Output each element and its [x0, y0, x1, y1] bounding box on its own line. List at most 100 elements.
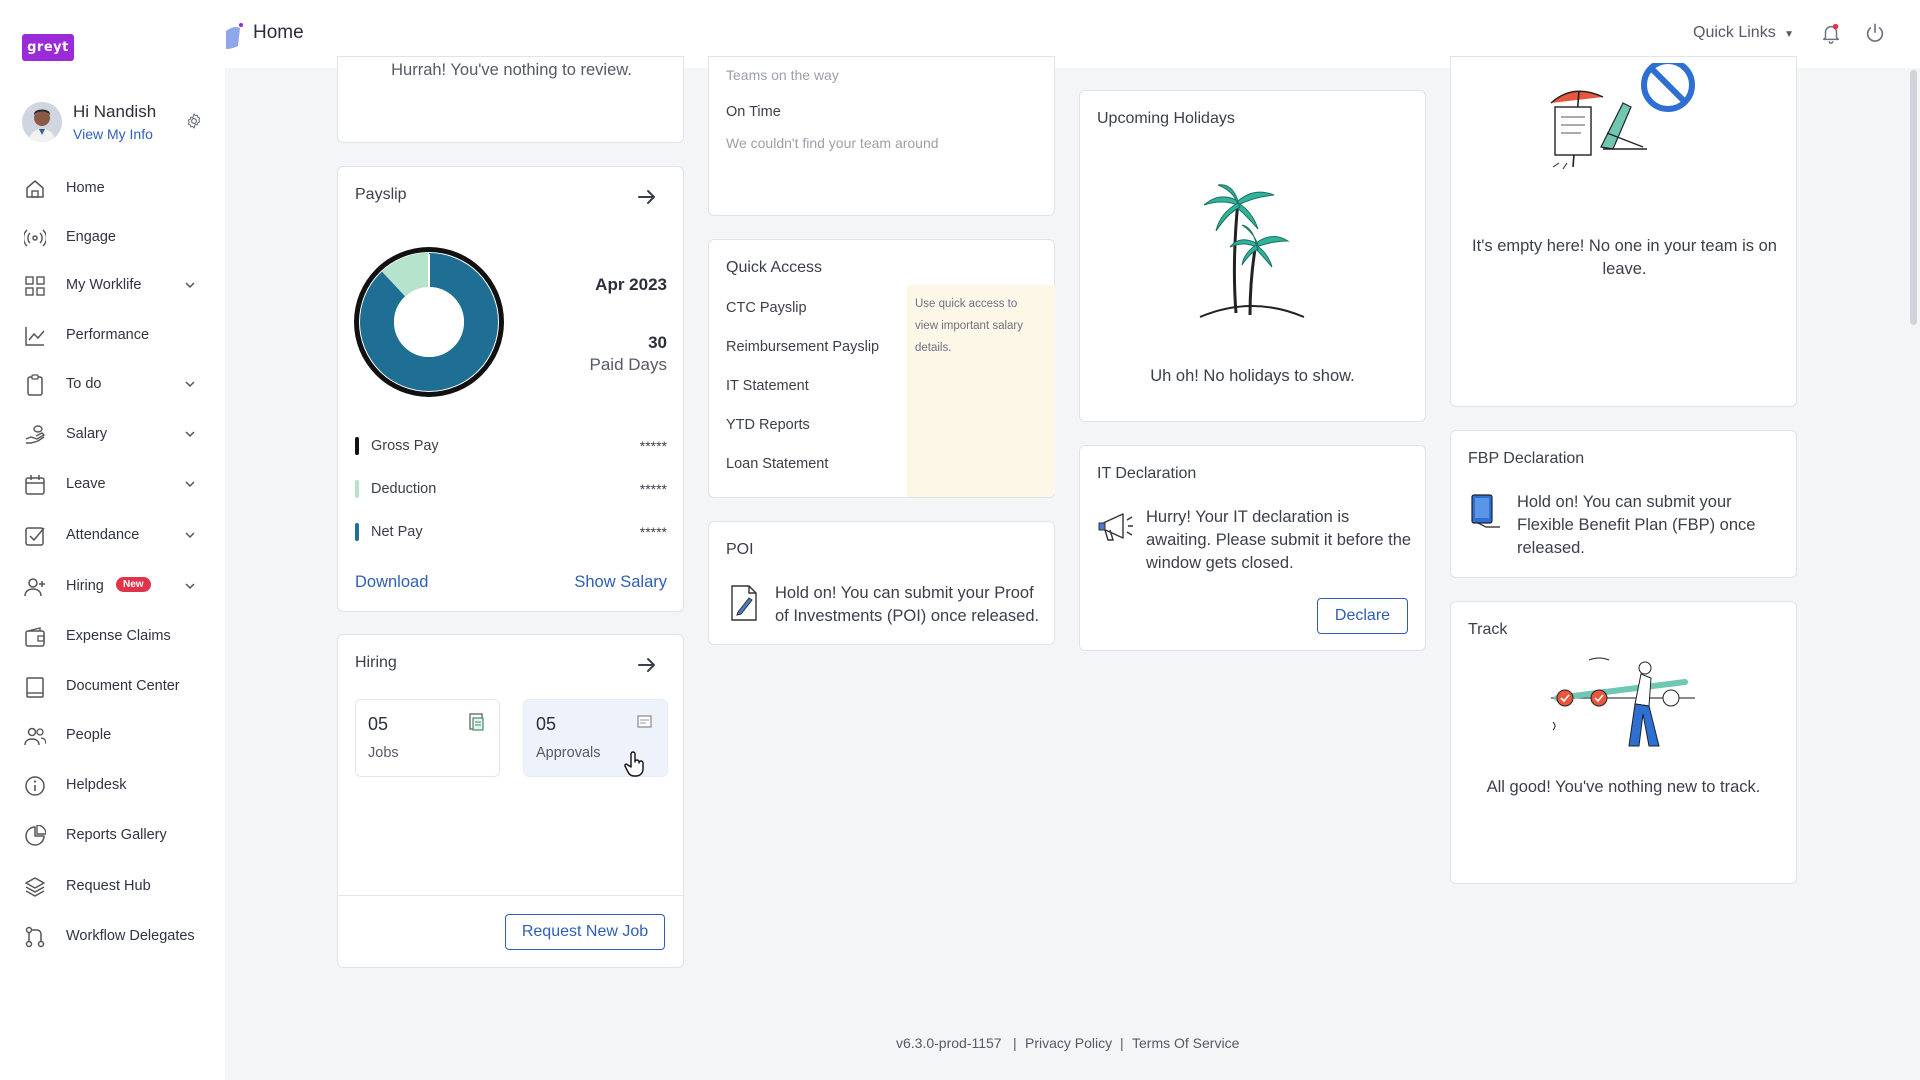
add-user-icon	[24, 578, 45, 597]
sidebar-item-label: To do	[66, 376, 102, 392]
avatar[interactable]	[22, 102, 62, 142]
track-empty-text: All good! You've nothing new to track.	[1486, 778, 1761, 796]
sidebar-item-label: My Worklife	[66, 277, 142, 293]
download-link[interactable]: Download	[355, 573, 428, 592]
jobs-icon	[469, 713, 484, 731]
poi-card: POI Hold on! You can submit your Proof o…	[708, 521, 1055, 645]
sidebar-item-label: Home	[66, 180, 105, 196]
fbp-text: Hold on! You can submit your Flexible Be…	[1517, 493, 1756, 557]
chevron-down-icon[interactable]	[184, 478, 196, 490]
chevron-down-icon[interactable]	[184, 529, 196, 541]
on-time-label: On Time	[726, 104, 781, 120]
net-pay-row: Net Pay *****	[355, 521, 667, 545]
power-icon[interactable]	[1864, 22, 1886, 44]
card-divider	[338, 895, 683, 896]
chevron-down-icon[interactable]	[184, 378, 196, 390]
gross-pay-row: Gross Pay *****	[355, 435, 667, 459]
sidebar-item-request-hub[interactable]: Request Hub	[0, 866, 225, 906]
hiring-title: Hiring	[355, 654, 397, 671]
sidebar-item-to-do[interactable]: To do	[0, 364, 225, 404]
payslip-donut-chart	[354, 247, 504, 397]
sidebar-item-expense-claims[interactable]: Expense Claims	[0, 616, 225, 656]
terms-of-service-link[interactable]: Terms Of Service	[1132, 1035, 1239, 1051]
hiring-card: Hiring 05 Jobs 05 Approvals Request New …	[337, 634, 684, 968]
sidebar-item-engage[interactable]: Engage	[0, 217, 225, 257]
deduction-label: Deduction	[371, 481, 437, 497]
team-card: Teams on the way On Time We couldn't fin…	[708, 56, 1055, 216]
sidebar-item-reports-gallery[interactable]: Reports Gallery	[0, 815, 225, 855]
sidebar-item-label: Hiring	[66, 578, 104, 594]
sidebar-item-attendance[interactable]: Attendance	[0, 515, 225, 555]
caret-down-icon: ▼	[1784, 29, 1795, 40]
sidebar-item-people[interactable]: People	[0, 715, 225, 755]
net-pay-label: Net Pay	[371, 524, 423, 540]
net-pay-swatch	[355, 523, 359, 541]
document-pen-icon	[731, 585, 757, 621]
sidebar-item-label: Salary	[66, 426, 108, 442]
loan-statement-link[interactable]: Loan Statement	[726, 456, 828, 472]
approvals-icon	[637, 715, 652, 728]
arrow-right-icon[interactable]	[635, 185, 659, 209]
sidebar-item-label: Document Center	[66, 678, 180, 694]
footer-separator: |	[1120, 1035, 1124, 1051]
calendar-icon	[25, 475, 45, 495]
sidebar-item-document-center[interactable]: Document Center	[0, 666, 225, 706]
deduction-swatch	[355, 480, 359, 498]
sidebar-item-leave[interactable]: Leave	[0, 464, 225, 504]
show-salary-link[interactable]: Show Salary	[574, 573, 667, 592]
approvals-count: 05	[536, 714, 557, 734]
view-my-info-link[interactable]: View My Info	[73, 126, 153, 142]
user-greeting: Hi Nandish	[73, 102, 157, 121]
user-profile: Hi Nandish View My Info	[22, 100, 212, 148]
scrollbar-thumb[interactable]	[1910, 70, 1917, 325]
sidebar-item-helpdesk[interactable]: Helpdesk	[0, 765, 225, 805]
track-illustration	[1551, 657, 1695, 747]
net-pay-value: *****	[639, 524, 667, 540]
upcoming-holidays-card: Upcoming Holidays Uh oh! No holidays to …	[1079, 90, 1426, 422]
no-one-on-leave-text: It's empty here! No one in your team is …	[1472, 237, 1777, 278]
deduction-value: *****	[639, 481, 667, 497]
fbp-declaration-title: FBP Declaration	[1468, 450, 1585, 467]
arrow-right-icon[interactable]	[635, 653, 659, 677]
team-not-found-text: We couldn't find your team around	[726, 135, 939, 151]
sidebar-item-hiring[interactable]: Hiring New	[0, 566, 225, 606]
sidebar-item-workflow-delegates[interactable]: Workflow Delegates	[0, 916, 225, 956]
reimbursement-payslip-link[interactable]: Reimbursement Payslip	[726, 339, 879, 355]
sidebar-item-label: People	[66, 727, 112, 743]
quick-links-dropdown[interactable]: Quick Links ▼	[1693, 24, 1794, 42]
request-new-job-button[interactable]: Request New Job	[505, 914, 665, 950]
salary-hand-icon	[25, 425, 46, 444]
sidebar-item-home[interactable]: Home	[0, 168, 225, 208]
quick-links-label: Quick Links	[1693, 24, 1776, 41]
declare-button[interactable]: Declare	[1317, 598, 1408, 634]
footer-separator: |	[1013, 1035, 1017, 1051]
sidebar-item-salary[interactable]: Salary	[0, 414, 225, 454]
sidebar-item-performance[interactable]: Performance	[0, 315, 225, 355]
gear-icon[interactable]	[185, 112, 203, 130]
pie-icon	[25, 825, 46, 846]
bell-icon[interactable]	[1820, 22, 1842, 44]
sidebar-item-my-worklife[interactable]: My Worklife	[0, 265, 225, 305]
info-icon	[25, 776, 45, 796]
approvals-tile[interactable]: 05 Approvals	[523, 699, 668, 777]
ytd-reports-link[interactable]: YTD Reports	[726, 417, 810, 433]
privacy-policy-link[interactable]: Privacy Policy	[1025, 1035, 1112, 1051]
it-declaration-card: IT Declaration Hurry! Your IT declaratio…	[1079, 445, 1426, 651]
ctc-payslip-link[interactable]: CTC Payslip	[726, 300, 807, 316]
sidebar-item-label: Leave	[66, 476, 106, 492]
it-statement-link[interactable]: IT Statement	[726, 378, 809, 394]
sidebar: greyt Hi Nandish View My Info Home Engage…	[0, 0, 225, 1080]
no-holidays-text: Uh oh! No holidays to show.	[1150, 367, 1355, 385]
jobs-count: 05	[368, 714, 389, 734]
sidebar-item-label: Helpdesk	[66, 777, 127, 793]
megaphone-icon	[1098, 513, 1133, 541]
chevron-down-icon[interactable]	[184, 580, 196, 592]
paid-days-count: 30	[648, 333, 667, 352]
quick-access-card: Quick Access CTC Payslip Reimbursement P…	[708, 239, 1055, 498]
company-logo[interactable]: greyt	[22, 34, 74, 61]
jobs-tile[interactable]: 05 Jobs	[355, 699, 500, 777]
quick-access-hint-text: Use quick access to view important salar…	[915, 298, 1024, 354]
chevron-down-icon[interactable]	[184, 279, 196, 291]
new-badge: New	[116, 577, 151, 592]
chevron-down-icon[interactable]	[184, 428, 196, 440]
